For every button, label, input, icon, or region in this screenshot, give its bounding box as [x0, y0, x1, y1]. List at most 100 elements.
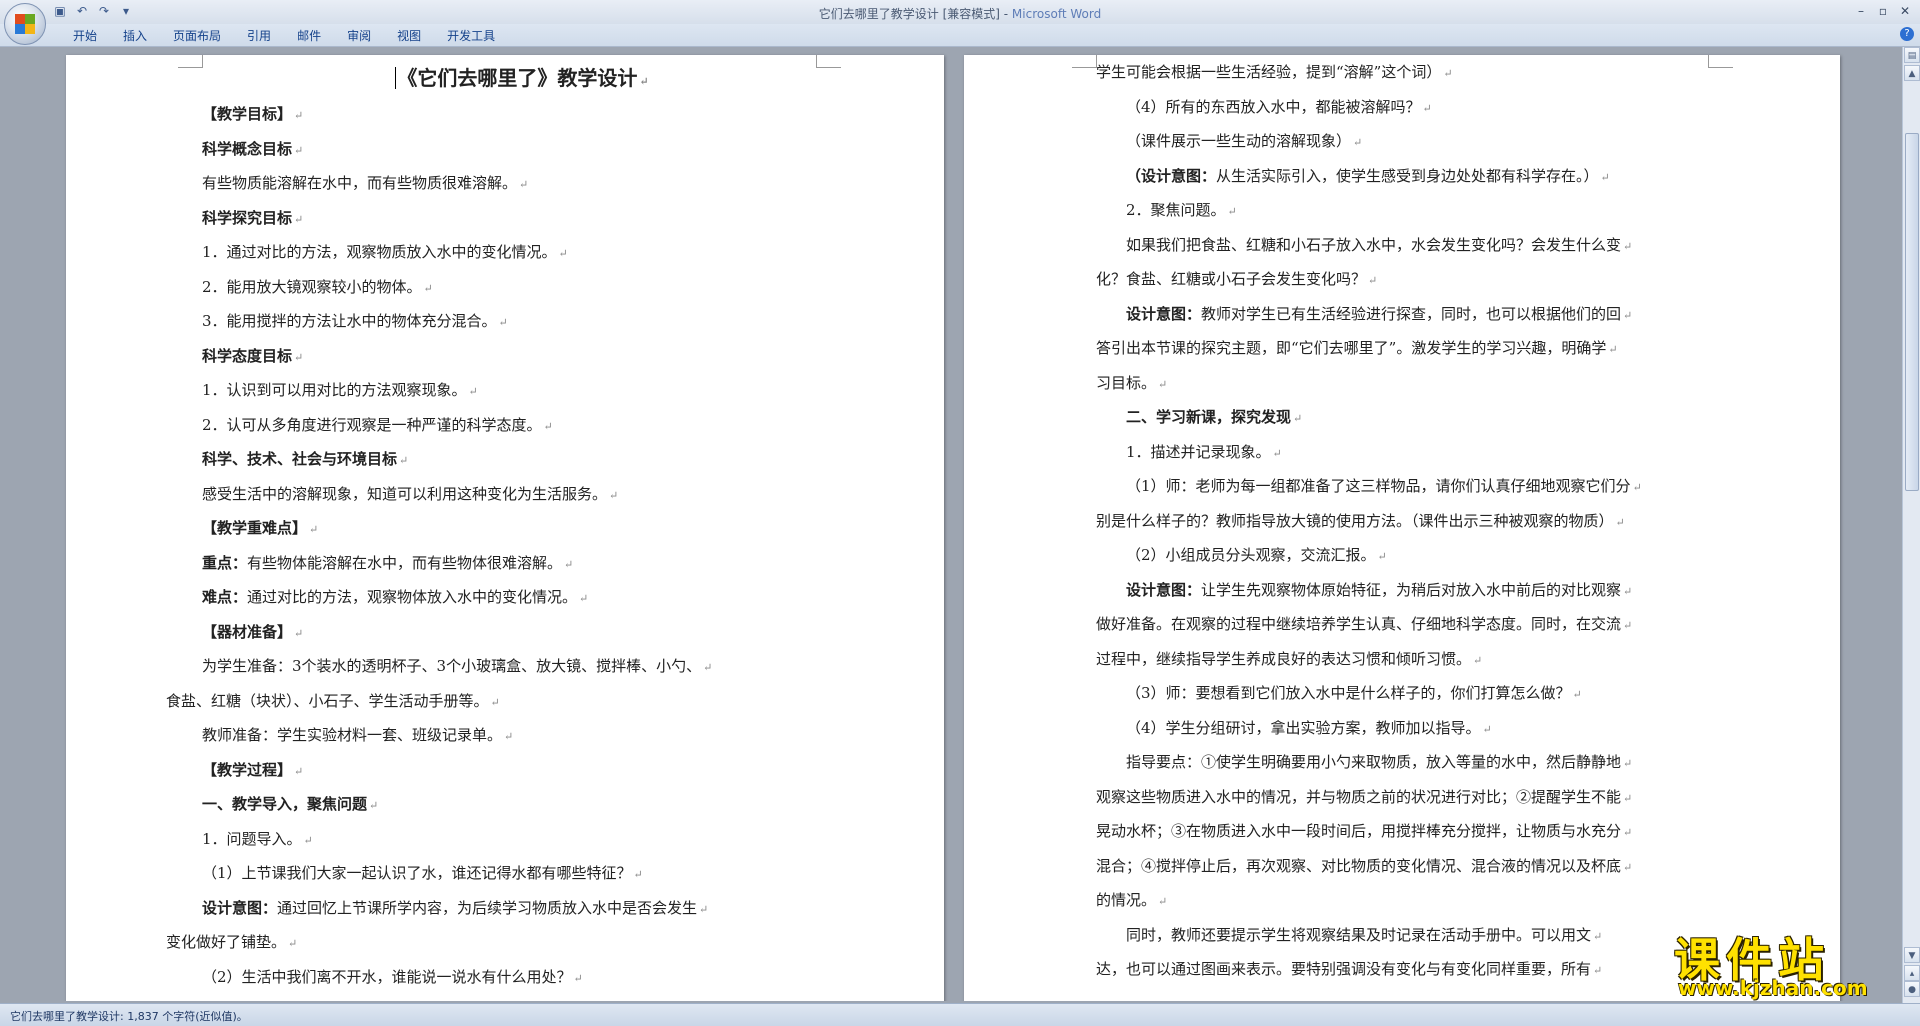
paragraph-line: 科学概念目标 ↵ — [202, 132, 842, 167]
paragraph-mark-icon: ↵ — [1158, 377, 1168, 391]
paragraph-mark-icon: ↵ — [1623, 239, 1633, 253]
paragraph-mark-icon: ↵ — [294, 764, 304, 778]
paragraph-text: 过程中，继续指导学生养成良好的表达习惯和倾听习惯。 — [1096, 649, 1472, 668]
restore-icon[interactable]: ▫ — [1872, 2, 1894, 20]
paragraph-mark-icon: ↵ — [1293, 412, 1303, 425]
paragraph-text: 的情况。 — [1096, 891, 1157, 909]
paragraph-mark-icon: ↵ — [1623, 860, 1633, 874]
paragraph-mark-icon: ↵ — [1608, 343, 1618, 356]
paragraph-line: 混合；④搅拌停止后，再次观察、对比物质的变化情况、混合液的情况以及杯底 ↵ — [1096, 849, 1750, 884]
paragraph-line: 重点：有些物体能溶解在水中，而有些物体很难溶解。 ↵ — [202, 546, 842, 581]
paragraph-text: 指导要点：①使学生明确要用小勺来取物质，放入等量的水中，然后静静地 — [1126, 753, 1622, 771]
paragraph-text: 达，也可以通过图画来表示。要特别强调没有变化与有变化同样重要，所有 — [1096, 960, 1592, 978]
paragraph-text: 让学生先观察物体原始特征，为稍后对放入水中前后的对比观察 — [1201, 580, 1622, 599]
paragraph-text: 学生可能会根据一些生活经验，提到“溶解”这个词） — [1096, 63, 1442, 81]
paragraph-mark-icon: ↵ — [699, 902, 709, 916]
paragraph-mark-icon: ↵ — [1368, 274, 1378, 287]
paragraph-line: 2．认可从多角度进行观察是一种严谨的科学态度。 ↵ — [202, 408, 842, 443]
paragraph-mark-icon: ↵ — [1158, 895, 1168, 908]
paragraph-text: 2．聚焦问题。 — [1126, 201, 1226, 219]
paragraph-line: 3．能用搅拌的方法让水中的物体充分混合。 ↵ — [202, 304, 842, 339]
ribbon-tabs-bar: 开始 插入 页面布局 引用 邮件 审阅 视图 开发工具 ? — [0, 24, 1920, 47]
paragraph-line: 达，也可以通过图画来表示。要特别强调没有变化与有变化同样重要，所有 ↵ — [1096, 952, 1750, 987]
status-word-count: 它们去哪里了教学设计: 1,837 个字符(近似值)。 — [10, 1010, 248, 1023]
paragraph-mark-icon: ↵ — [543, 419, 553, 433]
paragraph-text: 【器材准备】 — [202, 622, 293, 641]
paragraph-mark-icon: ↵ — [1443, 67, 1453, 80]
paragraph-text: （4）学生分组研讨，拿出实验方案，教师加以指导。 — [1126, 718, 1481, 737]
bold-lead-in: 重点： — [202, 553, 248, 572]
paragraph-text: 二、学习新课，探究发现 — [1126, 408, 1292, 426]
paragraph-mark-icon: ↵ — [573, 971, 583, 985]
tab-references[interactable]: 引用 — [234, 27, 284, 45]
browse-object-icon[interactable]: ● — [1904, 981, 1920, 997]
paragraph-line: 设计意图：教师对学生已有生活经验进行探查，同时，也可以根据他们的回 ↵ — [1096, 297, 1750, 332]
paragraph-line: 2．能用放大镜观察较小的物体。 ↵ — [202, 270, 842, 305]
tab-view[interactable]: 视图 — [384, 27, 434, 45]
title-bar: ▣ ↶ ↷ ▾ 它们去哪里了教学设计 [兼容模式] - Microsoft Wo… — [0, 0, 1920, 45]
scrollbar-thumb[interactable] — [1905, 133, 1919, 491]
tab-mailings[interactable]: 邮件 — [284, 27, 334, 45]
paragraph-line: 如果我们把食盐、红糖和小石子放入水中，水会发生变化吗？会发生什么变 ↵ — [1096, 228, 1750, 263]
ruler-toggle-icon[interactable]: ▤ — [1904, 47, 1920, 63]
right-page-paragraphs: 学生可能会根据一些生活经验，提到“溶解”这个词） ↵ （4）所有的东西放入水中，都能… — [1096, 55, 1750, 987]
paragraph-mark-icon: ↵ — [498, 316, 508, 329]
paragraph-line: 设计意图：通过回忆上节课所学内容，为后续学习物质放入水中是否会发生 ↵ — [202, 891, 842, 926]
document-area[interactable]: 《它们去哪里了》教学设计 ↵ 【教学目标】 ↵ 科学概念目标 ↵ 有些物质能溶解在水中，而… — [0, 47, 1902, 1001]
paragraph-line: 观察这些物质进入水中的情况，并与物质之前的状况进行对比；②提醒学生不能 ↵ — [1096, 780, 1750, 815]
close-icon[interactable]: ✕ — [1894, 2, 1916, 20]
bold-lead-in: 难点： — [202, 588, 248, 606]
paragraph-text: （课件展示一些生动的溶解现象） — [1126, 132, 1352, 150]
paragraph-text: （2）生活中我们离不开水，谁能说一说水有什么用处？ — [202, 967, 572, 986]
paragraph-line: （1）师：老师为每一组都准备了这三样物品，请你们认真仔细地观察它们分 ↵ — [1096, 469, 1750, 504]
paragraph-text: 【教学目标】 — [202, 105, 293, 123]
paragraph-line: 变化做好了铺垫。 ↵ — [166, 925, 842, 960]
paragraph-text: 1．描述并记录现象。 — [1126, 442, 1271, 461]
paragraph-mark-icon: ↵ — [633, 868, 643, 881]
tab-page-layout[interactable]: 页面布局 — [160, 27, 234, 45]
paragraph-text: 科学探究目标 — [202, 208, 293, 227]
paragraph-mark-icon: ↵ — [294, 212, 304, 226]
paragraph-mark-icon: ↵ — [294, 350, 304, 364]
paragraph-line: 1．描述并记录现象。 ↵ — [1096, 435, 1750, 470]
margin-corner-mark — [1072, 55, 1097, 68]
paragraph-line: 设计意图：让学生先观察物体原始特征，为稍后对放入水中前后的对比观察 ↵ — [1096, 573, 1750, 608]
paragraph-line: （2）生活中我们离不开水，谁能说一说水有什么用处？ ↵ — [202, 960, 842, 995]
paragraph-text: 科学、技术、社会与环境目标 — [202, 450, 398, 468]
previous-page-icon[interactable]: ▴ — [1904, 965, 1920, 981]
scroll-up-icon[interactable]: ▲ — [1904, 65, 1920, 81]
paragraph-mark-icon: ↵ — [609, 488, 619, 502]
paragraph-text: 别是什么样子的？教师指导放大镜的使用方法。（课件出示三种被观察的物质） — [1096, 511, 1614, 530]
paragraph-line: 【教学过程】 ↵ — [202, 753, 842, 788]
paragraph-mark-icon: ↵ — [1353, 136, 1363, 149]
vertical-scrollbar[interactable]: ▤ ▲ ▼ ▴ ● — [1902, 47, 1920, 1003]
paragraph-mark-icon: ↵ — [1623, 584, 1633, 598]
site-watermark: 课件站 www.kjzhan.com — [1668, 924, 1900, 1002]
office-logo-icon — [15, 14, 35, 34]
help-icon[interactable]: ? — [1900, 27, 1914, 41]
office-button[interactable] — [4, 3, 46, 45]
page-content: 学生可能会根据一些生活经验，提到“溶解”这个词） ↵ （4）所有的东西放入水中，都能… — [1096, 55, 1750, 987]
document-heading-text: 《它们去哪里了》教学设计 — [397, 66, 638, 90]
paragraph-text: 做好准备。在观察的过程中继续培养学生认真、仔细地科学态度。同时，在交流 — [1096, 615, 1622, 633]
paragraph-line: 答引出本节课的探究主题，即“它们去哪里了”。激发学生的学习兴趣，明确学 ↵ — [1096, 331, 1750, 366]
paragraph-text: 如果我们把食盐、红糖和小石子放入水中，水会发生变化吗？会发生什么变 — [1126, 235, 1622, 254]
paragraph-text: 混合；④搅拌停止后，再次观察、对比物质的变化情况、混合液的情况以及杯底 — [1096, 856, 1622, 875]
document-page-left[interactable]: 《它们去哪里了》教学设计 ↵ 【教学目标】 ↵ 科学概念目标 ↵ 有些物质能溶解在水中，而… — [66, 55, 944, 1001]
paragraph-mark-icon: ↵ — [1600, 170, 1610, 184]
paragraph-text: 有些物质能溶解在水中，而有些物质很难溶解。 — [202, 174, 518, 192]
app-name: Microsoft Word — [1011, 7, 1102, 21]
paragraph-line: 科学态度目标 ↵ — [202, 339, 842, 374]
tab-home[interactable]: 开始 — [60, 27, 110, 45]
document-page-right[interactable]: 学生可能会根据一些生活经验，提到“溶解”这个词） ↵ （4）所有的东西放入水中，都能… — [964, 55, 1840, 1001]
paragraph-line: 别是什么样子的？教师指导放大镜的使用方法。（课件出示三种被观察的物质） ↵ — [1096, 504, 1750, 539]
tab-review[interactable]: 审阅 — [334, 27, 384, 45]
minimize-icon[interactable]: – — [1850, 2, 1872, 20]
tab-insert[interactable]: 插入 — [110, 27, 160, 45]
tab-developer[interactable]: 开发工具 — [434, 27, 508, 45]
scroll-down-icon[interactable]: ▼ — [1904, 947, 1920, 963]
paragraph-line: 一、教学导入，聚焦问题 ↵ — [202, 787, 842, 822]
paragraph-line: （3）师：要想看到它们放入水中是什么样子的，你们打算怎么做？ ↵ — [1096, 676, 1750, 711]
paragraph-text: 习目标。 — [1096, 373, 1157, 392]
paragraph-line: 做好准备。在观察的过程中继续培养学生认真、仔细地科学态度。同时，在交流 ↵ — [1096, 607, 1750, 642]
